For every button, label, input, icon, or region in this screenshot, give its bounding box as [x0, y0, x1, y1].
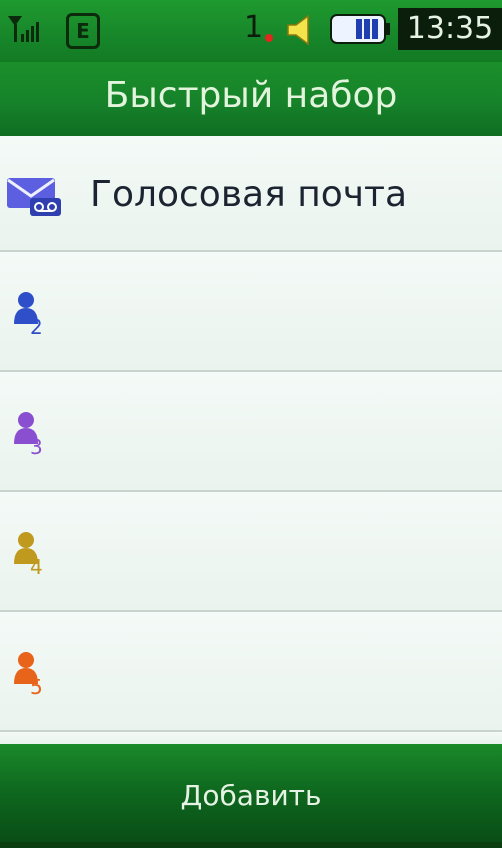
- speed-dial-item-3[interactable]: 3: [0, 372, 502, 492]
- softkey-bar: Добавить: [0, 744, 502, 842]
- add-button[interactable]: Добавить: [0, 744, 502, 842]
- contact-icon: 5: [14, 652, 43, 696]
- page-title: Быстрый набор: [104, 75, 398, 116]
- signal-strength-icon: [8, 16, 39, 42]
- slot-number: 3: [30, 435, 43, 456]
- title-bar: Быстрый набор: [0, 62, 502, 136]
- slot-number: 4: [30, 555, 43, 576]
- speed-dial-item-voicemail[interactable]: Голосовая почта: [0, 136, 502, 252]
- battery-icon: [330, 14, 390, 44]
- contact-icon: 2: [14, 292, 43, 336]
- slot-number: 2: [30, 315, 43, 336]
- speed-dial-item-label: Голосовая почта: [90, 174, 408, 215]
- sim-dot-icon: [265, 34, 273, 42]
- sim-indicator: 1: [244, 10, 264, 45]
- speed-dial-item-2[interactable]: 2: [0, 252, 502, 372]
- speed-dial-item-5[interactable]: 5: [0, 612, 502, 732]
- clock: 13:35: [398, 8, 502, 50]
- volume-icon: [287, 14, 309, 46]
- voicemail-icon: [7, 178, 61, 216]
- speed-dial-list: Голосовая почта 2 3 4 5: [0, 136, 502, 746]
- slot-number: 5: [30, 675, 43, 696]
- speed-dial-item-4[interactable]: 4: [0, 492, 502, 612]
- contact-icon: 3: [14, 412, 43, 456]
- contact-icon: 4: [14, 532, 43, 576]
- status-bar: E 1 13:35: [0, 0, 502, 62]
- network-type-icon: E: [66, 13, 100, 49]
